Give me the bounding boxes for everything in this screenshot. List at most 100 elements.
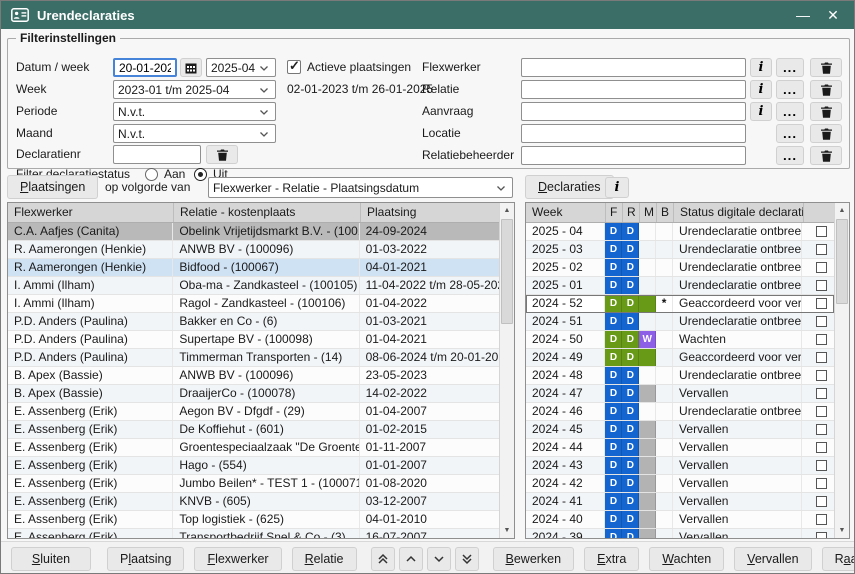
declaraties-button[interactable]: Declaraties: [525, 175, 614, 199]
clear-button[interactable]: [810, 146, 842, 165]
sluiten-button[interactable]: Sluiten: [11, 547, 91, 571]
clear-button[interactable]: [810, 80, 842, 99]
declaration-row[interactable]: 2025 - 01DDUrendeclaratie ontbreekt: [526, 277, 834, 295]
row-checkbox[interactable]: [816, 424, 827, 435]
next-record-button[interactable]: [427, 547, 451, 571]
placement-row[interactable]: E. Assenberg (Erik)Transportbedrijf Snel…: [8, 529, 499, 538]
scroll-down-icon[interactable]: ▼: [835, 523, 849, 538]
plaatsing-button[interactable]: Plaatsing: [107, 547, 184, 571]
more-button[interactable]: ...: [776, 102, 804, 121]
placement-row[interactable]: E. Assenberg (Erik)Top logistiek - (625)…: [8, 511, 499, 529]
vervallen-button[interactable]: Vervallen: [734, 547, 811, 571]
bewerken-button[interactable]: Bewerken: [493, 547, 575, 571]
declaration-row[interactable]: 2024 - 51DDUrendeclaratie ontbreekt: [526, 313, 834, 331]
placement-row[interactable]: P.D. Anders (Paulina)Timmerman Transport…: [8, 349, 499, 367]
placement-row[interactable]: B. Apex (Bassie)ANWB BV - (100096)23-05-…: [8, 367, 499, 385]
scroll-down-icon[interactable]: ▼: [500, 523, 514, 538]
lookup-input-relatiebeheerder[interactable]: [521, 146, 746, 165]
lookup-input-locatie[interactable]: [521, 124, 746, 143]
declarations-scrollbar[interactable]: ▲ ▼: [834, 203, 849, 538]
declaration-row[interactable]: 2025 - 03DDUrendeclaratie ontbreekt: [526, 241, 834, 259]
row-checkbox[interactable]: [816, 388, 827, 399]
close-button[interactable]: ✕: [818, 3, 848, 27]
placement-row[interactable]: B. Apex (Bassie)DraaijerCo - (100078)14-…: [8, 385, 499, 403]
lookup-input-flexwerker[interactable]: [521, 58, 746, 77]
declaration-row[interactable]: 2024 - 39DDVervallen: [526, 529, 834, 538]
placement-row[interactable]: E. Assenberg (Erik)Hago - (554)01-01-200…: [8, 457, 499, 475]
row-checkbox[interactable]: [816, 478, 827, 489]
declaration-row[interactable]: 2025 - 04DDUrendeclaratie ontbreekt: [526, 223, 834, 241]
wachten-button[interactable]: Wachten: [649, 547, 724, 571]
row-checkbox[interactable]: [816, 334, 827, 345]
declaration-row[interactable]: 2024 - 48DDUrendeclaratie ontbreekt: [526, 367, 834, 385]
title-bar[interactable]: Urendeclaraties — ✕: [1, 1, 854, 29]
declaratienr-input[interactable]: [113, 145, 201, 164]
lookup-input-aanvraag[interactable]: [521, 102, 746, 121]
placement-row[interactable]: E. Assenberg (Erik)KNVB - (605)03-12-200…: [8, 493, 499, 511]
raadplegen-button[interactable]: Raadplegen: [822, 547, 855, 571]
week-range-select[interactable]: 2023-01 t/m 2025-04: [113, 80, 276, 99]
more-button[interactable]: ...: [776, 58, 804, 77]
scroll-up-icon[interactable]: ▲: [835, 203, 849, 218]
declaration-row[interactable]: 2024 - 49DDGeaccordeerd voor verw...: [526, 349, 834, 367]
row-checkbox[interactable]: [816, 442, 827, 453]
row-checkbox[interactable]: [816, 298, 827, 309]
more-button[interactable]: ...: [776, 146, 804, 165]
lookup-input-relatie[interactable]: [521, 80, 746, 99]
row-checkbox[interactable]: [816, 226, 827, 237]
previous-record-button[interactable]: [399, 547, 423, 571]
week-select[interactable]: 2025-04: [206, 58, 276, 77]
active-placements-checkbox[interactable]: [287, 60, 301, 74]
row-checkbox[interactable]: [816, 496, 827, 507]
row-checkbox[interactable]: [816, 280, 827, 291]
calendar-button[interactable]: [180, 58, 202, 77]
status-filter-radio-uit[interactable]: [194, 168, 207, 181]
placements-scrollbar[interactable]: ▲ ▼: [499, 203, 514, 538]
plaatsingen-button[interactable]: Plaatsingen: [7, 175, 98, 199]
more-button[interactable]: ...: [776, 124, 804, 143]
declaration-row[interactable]: 2024 - 42DDVervallen: [526, 475, 834, 493]
minimize-button[interactable]: —: [788, 3, 818, 27]
declaration-row[interactable]: 2024 - 43DDVervallen: [526, 457, 834, 475]
clear-button[interactable]: [810, 58, 842, 77]
row-checkbox[interactable]: [816, 406, 827, 417]
flexwerker-button[interactable]: Flexwerker: [194, 547, 281, 571]
placement-row[interactable]: P.D. Anders (Paulina)Supertape BV - (100…: [8, 331, 499, 349]
info-button[interactable]: i: [750, 102, 772, 121]
placement-row[interactable]: E. Assenberg (Erik)Jumbo Beilen* - TEST …: [8, 475, 499, 493]
declaration-row[interactable]: 2024 - 44DDVervallen: [526, 439, 834, 457]
row-checkbox[interactable]: [816, 244, 827, 255]
row-checkbox[interactable]: [816, 370, 827, 381]
placement-row[interactable]: R. Aamerongen (Henkie)Bidfood - (100067)…: [8, 259, 499, 277]
first-record-button[interactable]: [371, 547, 395, 571]
clear-button[interactable]: [810, 124, 842, 143]
declaration-row[interactable]: 2024 - 40DDVervallen: [526, 511, 834, 529]
declaration-row[interactable]: 2025 - 02DDUrendeclaratie ontbreekt: [526, 259, 834, 277]
placement-row[interactable]: I. Ammi (Ilham)Oba-ma - Zandkasteel - (1…: [8, 277, 499, 295]
declaration-row[interactable]: 2024 - 45DDVervallen: [526, 421, 834, 439]
declaration-row[interactable]: 2024 - 52DD*Geaccordeerd voor verw...: [526, 295, 834, 313]
declaration-row[interactable]: 2024 - 47DDVervallen: [526, 385, 834, 403]
row-checkbox[interactable]: [816, 316, 827, 327]
extra-button[interactable]: Extra: [584, 547, 639, 571]
declarations-info-button[interactable]: i: [605, 177, 629, 198]
placement-row[interactable]: E. Assenberg (Erik)Groentespeciaalzaak "…: [8, 439, 499, 457]
scrollbar-thumb[interactable]: [836, 219, 848, 304]
last-record-button[interactable]: [455, 547, 479, 571]
date-input[interactable]: [113, 58, 177, 77]
placement-row[interactable]: R. Aamerongen (Henkie)ANWB BV - (100096)…: [8, 241, 499, 259]
info-button[interactable]: i: [750, 80, 772, 99]
more-button[interactable]: ...: [776, 80, 804, 99]
declaration-row[interactable]: 2024 - 41DDVervallen: [526, 493, 834, 511]
maand-select[interactable]: N.v.t.: [113, 124, 276, 143]
placement-row[interactable]: E. Assenberg (Erik)Aegon BV - Dfgdf - (2…: [8, 403, 499, 421]
periode-select[interactable]: N.v.t.: [113, 102, 276, 121]
placement-row[interactable]: C.A. Aafjes (Canita)Obelink Vrijetijdsma…: [8, 223, 499, 241]
scroll-up-icon[interactable]: ▲: [500, 203, 514, 218]
placement-row[interactable]: I. Ammi (Ilham)Ragol - Zandkasteel - (10…: [8, 295, 499, 313]
row-checkbox[interactable]: [816, 532, 827, 538]
row-checkbox[interactable]: [816, 460, 827, 471]
placement-row[interactable]: P.D. Anders (Paulina)Bakker en Co - (6)0…: [8, 313, 499, 331]
clear-button[interactable]: [810, 102, 842, 121]
row-checkbox[interactable]: [816, 262, 827, 273]
